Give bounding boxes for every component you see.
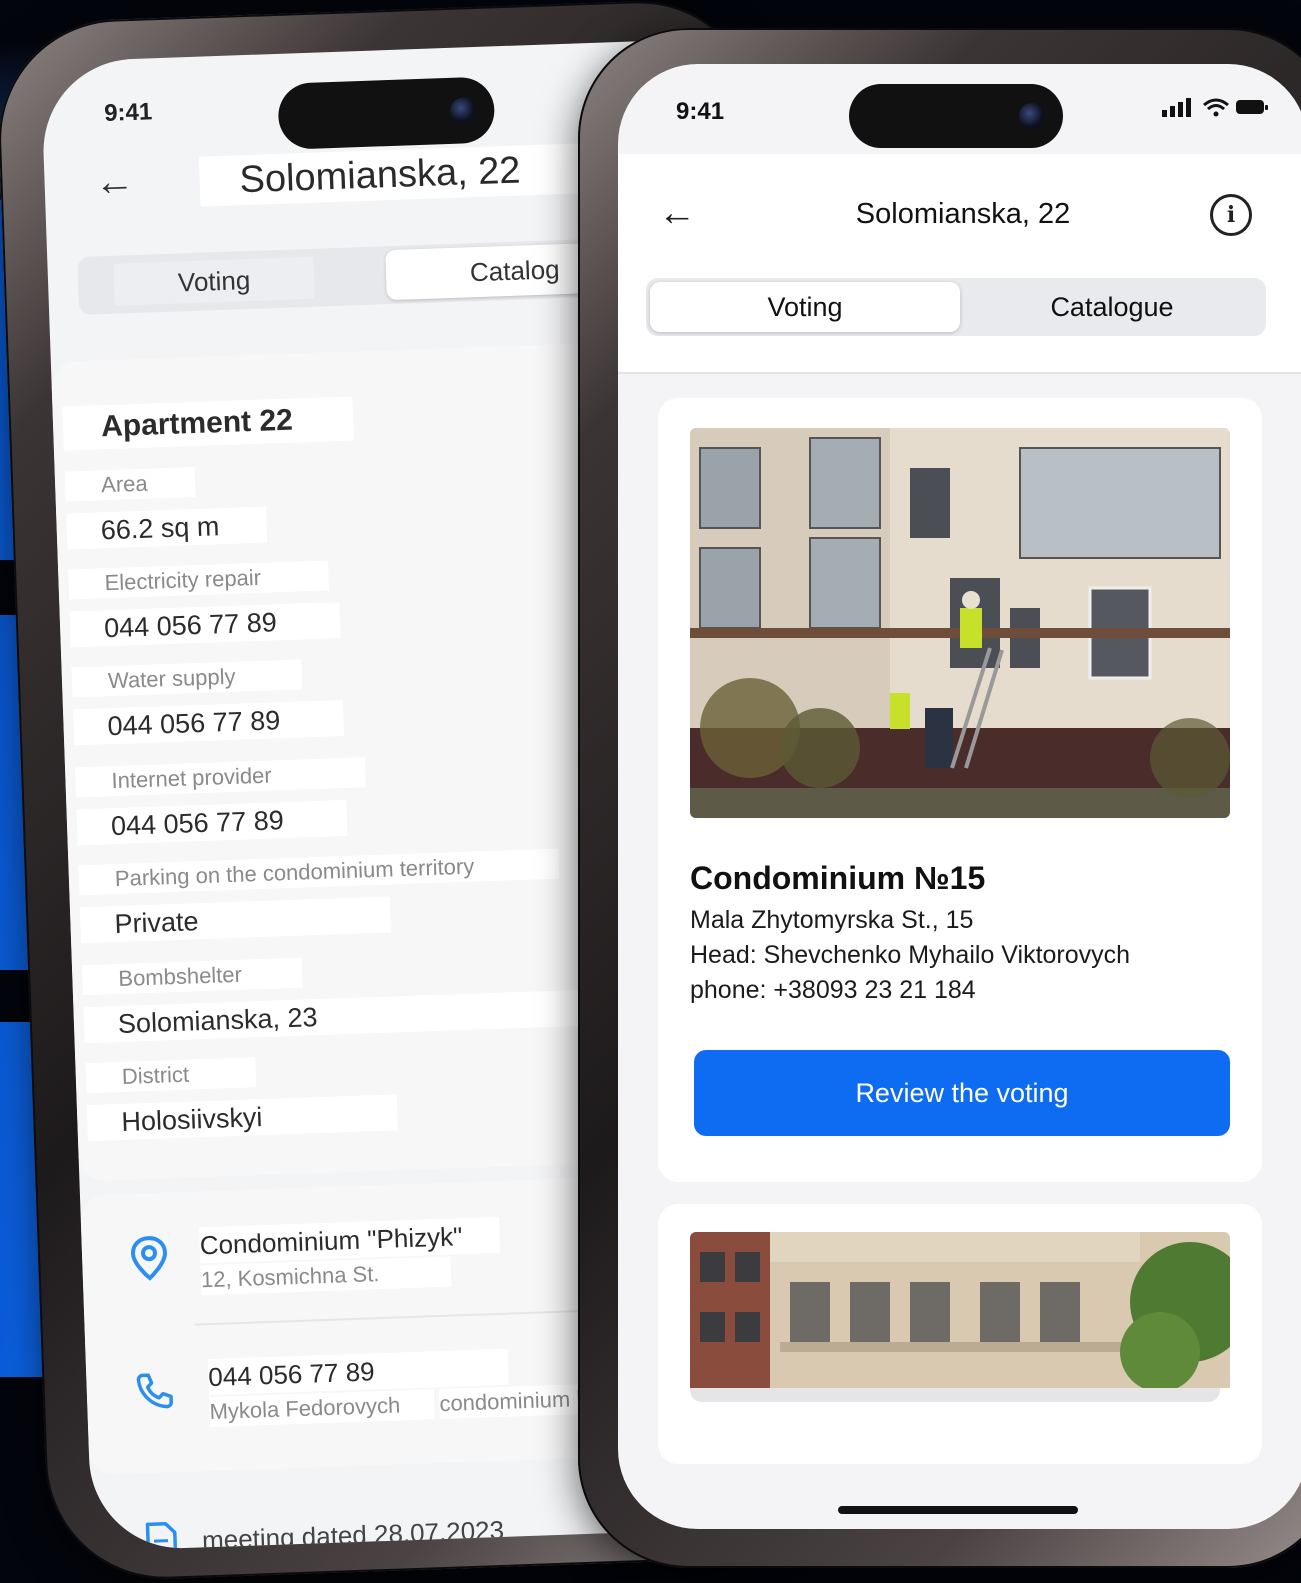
info-icon[interactable]: i [1210, 194, 1252, 236]
header [618, 154, 1301, 374]
signal-wifi-battery-icon [1162, 98, 1268, 117]
segment-voting[interactable]: Voting [113, 256, 315, 306]
building-photo-2 [690, 1232, 1230, 1388]
building-photo [690, 428, 1230, 818]
dynamic-island [277, 76, 496, 150]
field-label-district: District [85, 1057, 257, 1094]
divider [618, 372, 1301, 374]
review-voting-button[interactable]: Review the voting [694, 1050, 1230, 1136]
back-arrow-icon[interactable]: ← [94, 159, 136, 205]
front-phone: 9:41 ← Solomianska, 22 i Voting Catalogu… [578, 28, 1301, 1568]
tab-voting[interactable]: Voting [650, 282, 960, 332]
condominium-head: Head: Shevchenko Myhailo Viktorovych [690, 941, 1131, 969]
condominium-address: Mala Zhytomyrska St., 15 [690, 906, 974, 934]
page-title: Solomianska, 22 [855, 198, 1071, 230]
field-value-area: 66.2 sq m [66, 506, 268, 550]
status-time: 9:41 [676, 98, 725, 125]
home-indicator[interactable] [838, 1506, 1078, 1514]
document-icon [143, 1520, 179, 1552]
location-pin-icon [129, 1234, 169, 1291]
field-label-area: Area [64, 467, 196, 502]
phone-icon[interactable] [134, 1370, 176, 1421]
condominium-name: Condominium №15 [690, 860, 986, 896]
tab-catalogue[interactable]: Catalogue [960, 282, 1264, 332]
segmented-control: Voting Catalogue [646, 278, 1266, 336]
page-title: Solomianska, 22 [198, 143, 581, 207]
card-shadow [690, 1388, 1220, 1402]
status-time: 9:41 [103, 98, 153, 127]
dynamic-island [849, 84, 1063, 148]
status-icons [1160, 96, 1270, 124]
front-phone-screen: 9:41 ← Solomianska, 22 i Voting Catalogu… [618, 64, 1301, 1529]
camera-icon [449, 97, 477, 124]
camera-icon [1019, 103, 1045, 129]
condominium-phone[interactable]: phone: +38093 23 21 184 [690, 976, 976, 1005]
